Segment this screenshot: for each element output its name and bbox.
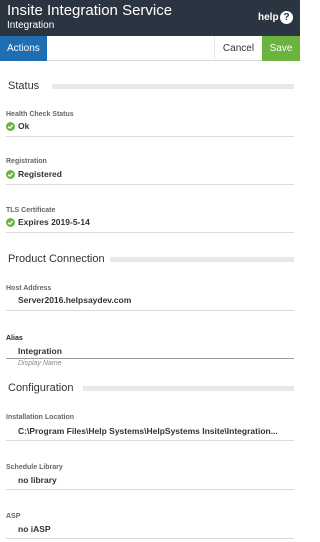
tls-certificate-label: TLS Certificate xyxy=(6,207,56,214)
section-title-configuration: Configuration xyxy=(8,382,79,394)
alias-label: Alias xyxy=(6,335,23,342)
health-check-label: Health Check Status xyxy=(6,111,74,118)
section-title-status: Status xyxy=(8,80,45,92)
cancel-button[interactable]: Cancel xyxy=(214,36,262,61)
actions-button[interactable]: Actions xyxy=(0,36,47,61)
app-header: Insite Integration Service Integration h… xyxy=(0,0,300,36)
section-divider xyxy=(52,84,294,89)
registration-value: Registered xyxy=(18,169,62,179)
field-underline xyxy=(6,358,294,359)
host-address-value[interactable]: Server2016.helpsaydev.com xyxy=(18,295,131,305)
field-underline xyxy=(6,184,294,185)
field-underline xyxy=(6,440,294,441)
save-button[interactable]: Save xyxy=(262,36,300,61)
app-subtitle: Integration xyxy=(7,20,55,31)
check-circle-icon xyxy=(6,122,15,131)
app-title: Insite Integration Service xyxy=(7,2,173,19)
question-circle-icon[interactable]: ? xyxy=(280,11,293,24)
check-circle-icon xyxy=(6,218,15,227)
alias-hint: Display Name xyxy=(18,360,62,367)
installation-location-label: Installation Location xyxy=(6,414,75,421)
field-underline xyxy=(6,136,294,137)
section-divider xyxy=(108,257,294,262)
registration-label: Registration xyxy=(6,158,47,165)
tls-certificate-value: Expires 2019-5-14 xyxy=(18,217,90,227)
toolbar: Actions Cancel Save xyxy=(0,36,300,61)
section-title-product-connection: Product Connection xyxy=(8,253,110,265)
field-underline xyxy=(6,489,294,490)
field-underline xyxy=(6,538,294,539)
field-underline xyxy=(6,232,294,233)
help-link[interactable]: help xyxy=(258,12,279,23)
host-address-label: Host Address xyxy=(6,285,52,292)
installation-location-value[interactable]: C:\Program Files\Help Systems\HelpSystem… xyxy=(18,426,278,436)
check-circle-icon xyxy=(6,170,15,179)
asp-label: ASP xyxy=(6,513,21,520)
section-divider xyxy=(83,386,294,391)
schedule-library-value[interactable]: no library xyxy=(18,475,57,485)
asp-value[interactable]: no iASP xyxy=(18,524,51,534)
field-underline xyxy=(6,310,294,311)
health-check-value: Ok xyxy=(18,121,30,131)
schedule-library-label: Schedule Library xyxy=(6,464,63,471)
alias-input[interactable]: Integration xyxy=(18,346,62,356)
